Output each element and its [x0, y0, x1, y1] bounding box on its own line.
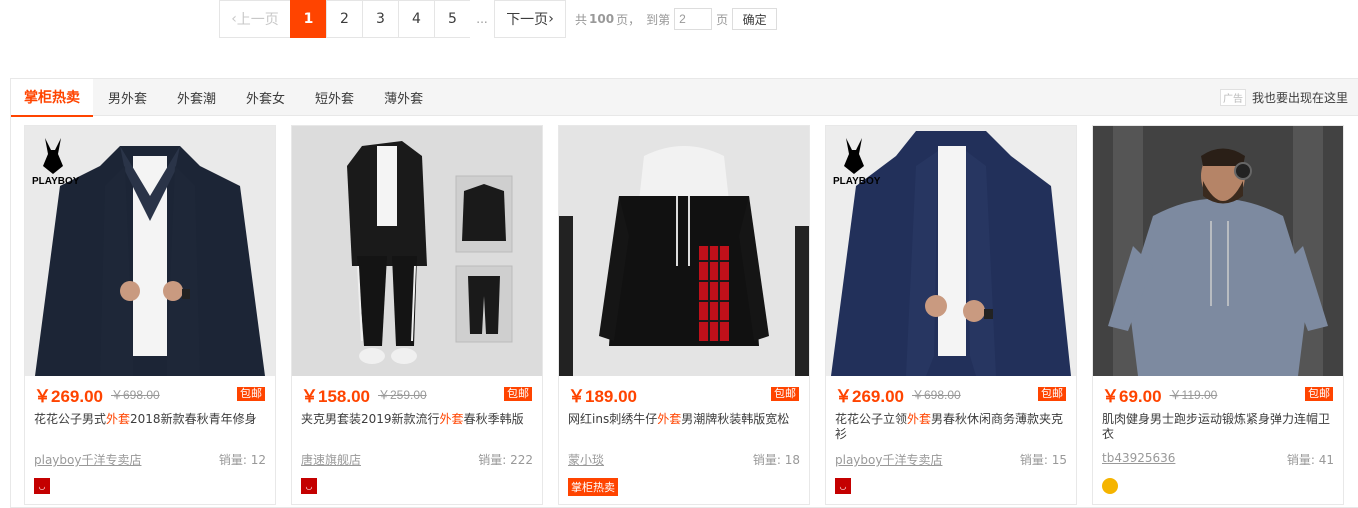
product-image[interactable] [559, 126, 809, 376]
free-shipping-badge: 包邮 [1305, 387, 1333, 401]
page-2-button[interactable]: 2 [326, 0, 363, 38]
page-ellipsis: ... [470, 0, 494, 38]
tmall-icon: ◡ [34, 478, 50, 494]
tab-womens-jacket[interactable]: 外套女 [231, 79, 300, 116]
tab-short-jacket[interactable]: 短外套 [300, 79, 369, 116]
shop-link[interactable]: tb43925636 [1102, 451, 1175, 468]
shop-link[interactable]: 蒙小琰 [568, 451, 604, 468]
tab-thin-jacket[interactable]: 薄外套 [369, 79, 438, 116]
product-card[interactable]: PLAYBOY ￥269.00 ￥698.00 包邮 花花公子立领外套男春秋休闲… [825, 125, 1077, 505]
product-list: PLAYBOY ￥269.00 ￥698.00 包邮 花花公子男式外套2018新… [24, 125, 1344, 505]
svg-text:PLAYBOY: PLAYBOY [32, 176, 80, 187]
goto-confirm-button[interactable]: 确定 [732, 8, 778, 30]
tab-trendy-jacket[interactable]: 外套潮 [162, 79, 231, 116]
page-1-button[interactable]: 1 [290, 0, 327, 38]
product-old-price: ￥259.00 [378, 387, 427, 402]
product-old-price: ￥698.00 [111, 387, 160, 402]
free-shipping-badge: 包邮 [504, 387, 532, 401]
page-4-button[interactable]: 4 [398, 0, 435, 38]
next-page-button[interactable]: 下一页 › [494, 0, 566, 38]
free-shipping-badge: 包邮 [771, 387, 799, 401]
tmall-icon: ◡ [301, 478, 317, 494]
page-5-button[interactable]: 5 [434, 0, 471, 38]
goto-page-input[interactable] [674, 8, 713, 30]
product-image[interactable]: PLAYBOY [25, 126, 275, 376]
product-old-price: ￥119.00 [1169, 387, 1218, 402]
product-title[interactable]: 肌肉健身男士跑步运动锻炼紧身弹力连帽卫衣 [1093, 412, 1343, 444]
product-title[interactable]: 夹克男套装2019新款流行外套春秋季韩版 [292, 412, 542, 444]
product-image[interactable]: PLAYBOY [826, 126, 1076, 376]
product-title[interactable]: 花花公子立领外套男春秋休闲商务薄款夹克衫 [826, 412, 1076, 444]
sales-count: 销量: 41 [1286, 453, 1334, 467]
product-title[interactable]: 花花公子男式外套2018新款春秋青年修身 [25, 412, 275, 444]
free-shipping-badge: 包邮 [237, 387, 265, 401]
tab-hot-sale[interactable]: 掌柜热卖 [11, 78, 93, 117]
sales-count: 销量: 15 [1019, 453, 1067, 467]
product-price: ￥189.00 [568, 386, 637, 406]
sales-count: 销量: 222 [478, 453, 533, 467]
total-pages: 100 [589, 12, 615, 26]
pagination: ‹上一页 1 2 3 4 5 ... 下一页› 共 100 页， 到第 页 确定 [219, 0, 778, 38]
ad-tag: 广告 [1219, 89, 1246, 106]
hot-sale-badge: 掌柜热卖 [568, 478, 618, 496]
shop-link[interactable]: playboy千洋专卖店 [34, 451, 141, 468]
product-card[interactable]: PLAYBOY ￥269.00 ￥698.00 包邮 花花公子男式外套2018新… [24, 125, 276, 505]
tab-mens-jacket[interactable]: 男外套 [93, 79, 162, 116]
sales-count: 销量: 12 [218, 453, 266, 467]
product-price: ￥158.00 [301, 386, 370, 406]
shop-link[interactable]: 唐速旗舰店 [301, 451, 361, 468]
prev-page-button[interactable]: ‹ 上一页 [219, 0, 291, 38]
tmall-icon: ◡ [835, 478, 851, 494]
ad-area: 广告 我也要出现在这里 [1219, 79, 1348, 116]
product-card[interactable]: ￥69.00 ￥119.00 包邮 肌肉健身男士跑步运动锻炼紧身弹力连帽卫衣 t… [1092, 125, 1344, 505]
page-3-button[interactable]: 3 [362, 0, 399, 38]
product-card[interactable]: ￥189.00 包邮 网红ins刺绣牛仔外套男潮牌秋装韩版宽松 蒙小琰 销量: … [558, 125, 810, 505]
tab-bar: 掌柜热卖 男外套 外套潮 外套女 短外套 薄外套 广告 我也要出现在这里 [11, 78, 1358, 117]
sales-count: 销量: 18 [752, 453, 800, 467]
shop-link[interactable]: playboy千洋专卖店 [835, 451, 942, 468]
product-price: ￥269.00 [34, 386, 103, 406]
product-old-price: ￥698.00 [912, 387, 961, 402]
product-image[interactable] [1093, 126, 1343, 376]
product-card[interactable]: ￥158.00 ￥259.00 包邮 夹克男套装2019新款流行外套春秋季韩版 … [291, 125, 543, 505]
svg-text:PLAYBOY: PLAYBOY [833, 176, 881, 187]
page-info: 共 100 页， 到第 页 确定 [575, 8, 778, 30]
ad-link[interactable]: 我也要出现在这里 [1252, 89, 1348, 106]
product-price: ￥69.00 [1102, 386, 1162, 406]
product-title[interactable]: 网红ins刺绣牛仔外套男潮牌秋装韩版宽松 [559, 412, 809, 444]
free-shipping-badge: 包邮 [1038, 387, 1066, 401]
product-price: ￥269.00 [835, 386, 904, 406]
chevron-right-icon: › [548, 11, 554, 27]
crown-icon [1102, 478, 1118, 494]
shopkeeper-hot-section: 掌柜热卖 男外套 外套潮 外套女 短外套 薄外套 广告 我也要出现在这里 PLA… [10, 78, 1358, 508]
product-image[interactable] [292, 126, 542, 376]
